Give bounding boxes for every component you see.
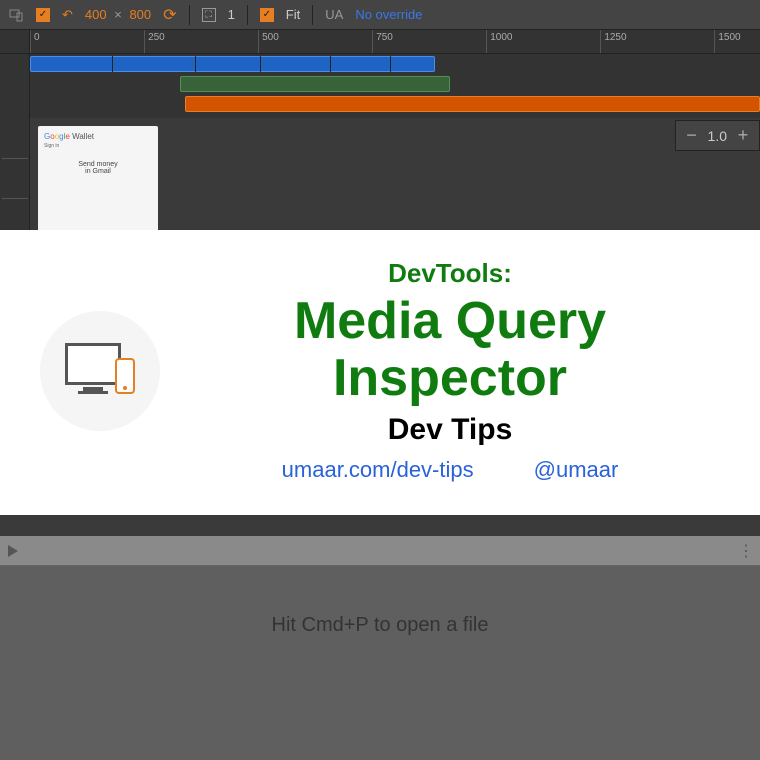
dimension-separator: × — [114, 7, 122, 22]
title-prefix: DevTools: — [180, 258, 720, 289]
monitor-icon — [65, 343, 121, 385]
ruler-tick: 1250 — [600, 30, 626, 53]
ruler-tick: 750 — [372, 30, 393, 53]
separator — [189, 5, 190, 25]
vertical-ruler — [0, 118, 30, 248]
viewport-height[interactable]: 800 — [129, 7, 151, 22]
open-file-hint: Hit Cmd+P to open a file — [0, 614, 760, 637]
refresh-icon[interactable]: ⟳ — [163, 5, 176, 25]
zoom-value: 1.0 — [708, 128, 727, 144]
preview-hero-text: Send money in Gmail — [44, 161, 152, 175]
phone-icon — [115, 358, 135, 394]
zoom-control: − 1.0 + — [675, 120, 760, 151]
ruler-tick: 250 — [144, 30, 165, 53]
devices-illustration — [40, 311, 160, 431]
ua-label: UA — [325, 7, 343, 22]
zoom-out-button[interactable]: − — [684, 125, 700, 146]
enable-checkbox[interactable]: ✓ — [36, 8, 50, 22]
separator — [247, 5, 248, 25]
play-icon[interactable] — [8, 545, 18, 557]
mq-bar-min-width[interactable] — [185, 96, 760, 112]
mq-bar-max-width[interactable] — [30, 56, 435, 72]
media-query-bars[interactable] — [30, 54, 760, 118]
ruler-tick: 1500 — [714, 30, 740, 53]
mq-bar-min-max[interactable] — [180, 76, 450, 92]
viewport-width[interactable]: 400 — [85, 7, 107, 22]
ruler-tick: 1000 — [486, 30, 512, 53]
fit-to-window-icon[interactable]: ⛶ — [202, 8, 216, 22]
separator — [312, 5, 313, 25]
viewport-preview: Google Wallet Sign in Send money in Gmai… — [0, 118, 760, 248]
swap-dimensions-icon[interactable]: ↶ — [62, 7, 73, 23]
horizontal-ruler: 0 250 500 750 1000 1250 1500 — [0, 30, 760, 54]
fit-checkbox[interactable]: ✓ — [260, 8, 274, 22]
ruler-tick: 500 — [258, 30, 279, 53]
scale-value[interactable]: 1 — [228, 7, 235, 22]
page-preview[interactable]: Google Wallet Sign in Send money in Gmai… — [38, 126, 158, 236]
title-subtitle: Dev Tips — [180, 413, 720, 447]
device-toolbar: ✓ ↶ 400 × 800 ⟳ ⛶ 1 ✓ Fit UA No override — [0, 0, 760, 30]
title-overlay: DevTools: Media Query Inspector Dev Tips… — [0, 230, 760, 515]
zoom-in-button[interactable]: + — [735, 125, 751, 146]
sources-toolbar: ⋮ — [0, 536, 760, 566]
fit-label: Fit — [286, 7, 300, 22]
link-twitter[interactable]: @umaar — [534, 457, 619, 483]
title-main: Media Query Inspector — [180, 293, 720, 407]
devices-icon[interactable] — [8, 7, 24, 23]
link-website[interactable]: umaar.com/dev-tips — [282, 457, 474, 483]
ruler-tick: 0 — [30, 30, 40, 53]
media-query-inspector — [0, 54, 760, 118]
preview-logo: Google Wallet — [44, 132, 152, 141]
more-menu-icon[interactable]: ⋮ — [738, 541, 752, 561]
ua-dropdown[interactable]: No override — [355, 7, 422, 22]
preview-signin: Sign in — [44, 143, 152, 149]
sources-panel: ⋮ Hit Cmd+P to open a file — [0, 536, 760, 760]
